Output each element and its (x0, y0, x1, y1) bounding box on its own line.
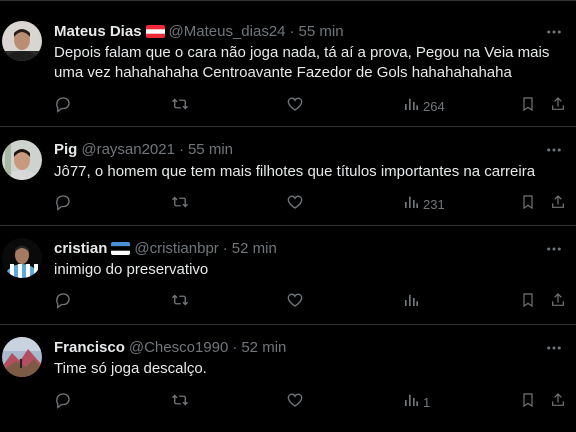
avatar[interactable] (2, 337, 42, 377)
reply-icon (54, 95, 72, 118)
separator-dot: · (289, 22, 295, 40)
retweet-button[interactable] (170, 194, 190, 214)
like-icon (286, 291, 304, 314)
views-icon (403, 194, 419, 215)
separator-dot: · (222, 239, 228, 257)
more-icon[interactable] (544, 239, 564, 259)
timestamp[interactable]: 52 min (232, 240, 277, 257)
views-icon (403, 392, 419, 413)
like-button[interactable] (286, 392, 304, 412)
reply-button[interactable] (54, 194, 72, 214)
timestamp[interactable]: 52 min (241, 339, 286, 356)
share-icon (550, 193, 566, 216)
like-icon (286, 193, 304, 216)
retweet-icon (170, 95, 190, 118)
avatar[interactable] (2, 238, 42, 278)
action-bar: 264 (0, 96, 576, 116)
author-name[interactable]: cristian (54, 240, 107, 257)
views-button[interactable] (403, 292, 423, 312)
tweet-text: inimigo do preservativo (54, 261, 209, 278)
avatar[interactable] (2, 140, 42, 180)
views-button[interactable]: 231 (403, 194, 445, 214)
separator-dot: · (232, 338, 238, 356)
retweet-icon (170, 391, 190, 414)
tweet-text: Jô77, o homem que tem mais filhotes que … (54, 163, 536, 180)
separator-dot: · (178, 140, 184, 158)
action-bar (0, 292, 576, 312)
austria-flag (145, 24, 165, 38)
like-icon (286, 391, 304, 414)
tweet[interactable]: Mateus Dias @Mateus_dias24 · 55 min Depo… (0, 1, 576, 127)
bookmark-button[interactable] (520, 96, 536, 116)
author-handle[interactable]: @Chesco1990 (129, 339, 228, 356)
share-button[interactable] (550, 392, 566, 412)
reply-button[interactable] (54, 392, 72, 412)
retweet-button[interactable] (170, 96, 190, 116)
retweet-button[interactable] (170, 292, 190, 312)
retweet-icon (170, 291, 190, 314)
retweet-button[interactable] (170, 392, 190, 412)
bookmark-icon (520, 391, 536, 414)
tweet-text: Depois falam que o cara não joga nada, t… (54, 44, 550, 81)
bookmark-icon (520, 193, 536, 216)
views-icon (403, 96, 419, 117)
author-name[interactable]: Mateus Dias (54, 23, 142, 40)
tweet[interactable]: Francisco @Chesco1990 · 52 min Time só j… (0, 325, 576, 432)
retweet-icon (170, 193, 190, 216)
like-icon (286, 95, 304, 118)
share-icon (550, 95, 566, 118)
share-icon (550, 291, 566, 314)
share-button[interactable] (550, 194, 566, 214)
share-button[interactable] (550, 292, 566, 312)
author-name[interactable]: Francisco (54, 339, 125, 356)
avatar[interactable] (2, 21, 42, 61)
tweet-text: Time só joga descalço. (54, 360, 207, 377)
views-button[interactable]: 1 (403, 392, 430, 412)
reply-button[interactable] (54, 292, 72, 312)
like-button[interactable] (286, 194, 304, 214)
share-icon (550, 391, 566, 414)
tweet[interactable]: Pig @raysan2021 · 55 min Jô77, o homem q… (0, 127, 576, 226)
action-bar: 1 (0, 392, 576, 412)
author-handle[interactable]: @Mateus_dias24 (169, 23, 286, 40)
reply-icon (54, 291, 72, 314)
reply-button[interactable] (54, 96, 72, 116)
more-icon[interactable] (544, 22, 564, 42)
views-count: 231 (423, 196, 445, 212)
author-handle[interactable]: @raysan2021 (81, 141, 175, 158)
bookmark-icon (520, 95, 536, 118)
share-button[interactable] (550, 96, 566, 116)
timestamp[interactable]: 55 min (188, 141, 233, 158)
reply-icon (54, 391, 72, 414)
estonia-flag (111, 241, 131, 255)
bookmark-button[interactable] (520, 392, 536, 412)
views-count: 264 (423, 98, 445, 114)
bookmark-button[interactable] (520, 194, 536, 214)
bookmark-button[interactable] (520, 292, 536, 312)
author-name[interactable]: Pig (54, 141, 77, 158)
views-icon (403, 292, 419, 313)
more-icon[interactable] (544, 338, 564, 358)
like-button[interactable] (286, 96, 304, 116)
tweet[interactable]: cristian @cristianbpr · 52 min inimigo d… (0, 226, 576, 325)
views-button[interactable]: 264 (403, 96, 445, 116)
action-bar: 231 (0, 194, 576, 214)
like-button[interactable] (286, 292, 304, 312)
timestamp[interactable]: 55 min (299, 23, 344, 40)
more-icon[interactable] (544, 140, 564, 160)
bookmark-icon (520, 291, 536, 314)
views-count: 1 (423, 394, 431, 410)
reply-icon (54, 193, 72, 216)
author-handle[interactable]: @cristianbpr (134, 240, 218, 257)
